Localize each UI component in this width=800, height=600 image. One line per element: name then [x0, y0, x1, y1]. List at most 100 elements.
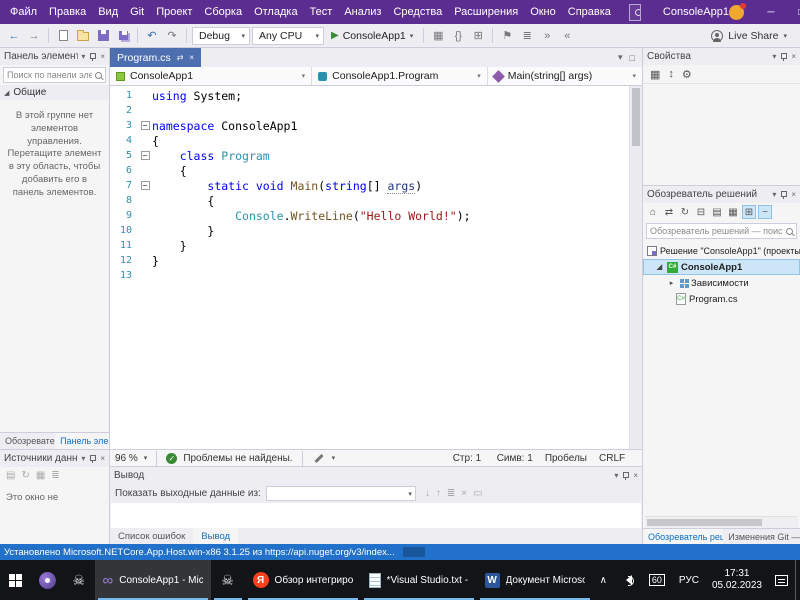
edit-mode-icon[interactable]: [313, 453, 324, 463]
zoom-dropdown[interactable]: 96 %: [115, 453, 138, 464]
menu-item[interactable]: Git: [124, 0, 150, 24]
close-icon[interactable]: ×: [791, 52, 796, 61]
properties-header[interactable]: Свойства ▾ ×: [643, 48, 800, 65]
save-icon[interactable]: [94, 27, 112, 45]
new-file-icon[interactable]: [54, 27, 72, 45]
list-icon[interactable]: ≣: [51, 470, 59, 481]
preview-selected-icon[interactable]: ⊞: [742, 205, 756, 219]
home-icon[interactable]: ⌂: [646, 205, 660, 219]
tab-output[interactable]: Вывод: [193, 528, 239, 544]
volume-button[interactable]: [614, 560, 642, 600]
data-sources-header[interactable]: Источники данных ▾ ×: [0, 450, 109, 467]
battery-button[interactable]: 60: [642, 560, 672, 600]
tree-row-solution[interactable]: Решение "ConsoleApp1" (проекты: 1 из 1): [643, 243, 800, 259]
hidden-icons-button[interactable]: ∧: [593, 560, 614, 600]
scrollbar-thumb[interactable]: [647, 519, 762, 526]
start-button[interactable]: [0, 560, 32, 600]
files-icon[interactable]: ▤: [6, 470, 15, 481]
find-icon[interactable]: ⊞: [469, 27, 487, 45]
menu-item[interactable]: Правка: [43, 0, 92, 24]
code-line[interactable]: 4{: [110, 133, 642, 148]
solution-horizontal-scrollbar[interactable]: [645, 516, 798, 528]
fold-collapse-icon[interactable]: −: [140, 151, 150, 160]
chevron-down-icon[interactable]: ▾: [772, 190, 776, 199]
user-avatar[interactable]: [728, 2, 746, 20]
outdent-icon[interactable]: «: [558, 27, 576, 45]
language-indicator[interactable]: РУС: [672, 560, 706, 600]
line-ending[interactable]: CRLF: [593, 453, 637, 464]
pin-icon[interactable]: [88, 454, 97, 464]
code-line[interactable]: 3− namespace ConsoleApp1: [110, 118, 642, 133]
indent-icon[interactable]: »: [538, 27, 556, 45]
toggle-output-icon[interactable]: ▭: [473, 488, 482, 499]
solution-search-input[interactable]: Обозреватель решений — поиск (Ctrl+ж): [646, 223, 797, 239]
taskbar-search-button[interactable]: [32, 560, 64, 600]
undo-icon[interactable]: ↶: [143, 27, 161, 45]
taskbar-app-word[interactable]: W Документ Microso...: [477, 560, 593, 600]
nav-member-dropdown[interactable]: Main(string[] args) ▾: [488, 67, 642, 85]
collapsed-icon[interactable]: ▸: [667, 279, 676, 287]
nav-project-dropdown[interactable]: ConsoleApp1 ▾: [110, 67, 313, 85]
taskbar-app-notepad[interactable]: *Visual Studio.txt -...: [361, 560, 477, 600]
fold-collapse-icon[interactable]: −: [140, 121, 150, 130]
code-line[interactable]: 10 }: [110, 223, 642, 238]
previous-message-icon[interactable]: ↑: [436, 488, 441, 499]
toolbox-search-input[interactable]: Поиск по панели элементов: [3, 67, 106, 83]
code-line[interactable]: 6 {: [110, 163, 642, 178]
alphabetical-icon[interactable]: ↕: [668, 68, 674, 80]
minimize-button[interactable]: ─: [756, 0, 786, 24]
close-icon[interactable]: ×: [100, 454, 105, 463]
menu-item[interactable]: Справка: [562, 0, 617, 24]
bookmark-icon[interactable]: ⚑: [498, 27, 516, 45]
menu-item[interactable]: Файл: [4, 0, 43, 24]
chevron-down-icon[interactable]: ▾: [772, 52, 776, 61]
code-line[interactable]: 12}: [110, 253, 642, 268]
chevron-down-icon[interactable]: ▾: [614, 471, 618, 480]
tab-toolbox[interactable]: Панель эле...: [55, 433, 109, 449]
output-header[interactable]: Вывод ▾ ×: [110, 467, 642, 484]
toolbox-group-general[interactable]: ◢ Общие: [0, 85, 109, 100]
grid-icon[interactable]: ▦: [36, 470, 45, 481]
nav-type-dropdown[interactable]: ConsoleApp1.Program ▾: [312, 67, 488, 85]
tree-row-program-cs[interactable]: C# Program.cs: [643, 291, 800, 307]
menu-item[interactable]: Средства: [387, 0, 448, 24]
code-line[interactable]: 1 using System;: [110, 88, 642, 103]
property-pages-icon[interactable]: ⚙: [682, 68, 692, 81]
spaces-mode[interactable]: Пробелы: [539, 453, 593, 464]
navigate-forward-icon[interactable]: →: [25, 27, 43, 45]
clear-all-icon[interactable]: ×: [461, 488, 467, 499]
close-icon[interactable]: ×: [791, 190, 796, 199]
output-content[interactable]: [111, 503, 641, 528]
chevron-down-icon[interactable]: ▾: [81, 454, 85, 463]
code-line[interactable]: 8 {: [110, 193, 642, 208]
configuration-dropdown[interactable]: Debug ▾: [192, 26, 250, 45]
close-icon[interactable]: ×: [100, 52, 105, 61]
window-list-icon[interactable]: □: [630, 53, 635, 63]
scrollbar-thumb[interactable]: [632, 88, 640, 146]
code-line[interactable]: 11 }: [110, 238, 642, 253]
refresh-icon[interactable]: ↻: [21, 470, 29, 481]
tab-error-list[interactable]: Список ошибок: [110, 528, 193, 544]
menu-item[interactable]: Тест: [304, 0, 339, 24]
open-file-icon[interactable]: [74, 27, 92, 45]
editor-vertical-scrollbar[interactable]: [629, 86, 642, 449]
tree-row-project[interactable]: ◢ C# ConsoleApp1: [643, 259, 800, 275]
fold-collapse-icon[interactable]: −: [140, 181, 150, 190]
tab-git-changes[interactable]: Изменения Git — п...: [723, 529, 800, 544]
action-center-button[interactable]: [768, 560, 795, 600]
show-all-files-icon[interactable]: ▤: [710, 205, 724, 219]
quick-actions-icon[interactable]: {}: [449, 27, 467, 45]
tab-pin-icon[interactable]: ⇄: [177, 53, 184, 62]
toolbox-header[interactable]: Панель элементов ▾ ×: [0, 48, 109, 65]
health-check-icon[interactable]: ✓: [166, 452, 178, 464]
word-wrap-icon[interactable]: ≣: [447, 488, 455, 499]
code-line[interactable]: 13: [110, 268, 642, 283]
show-desktop-button[interactable]: [795, 560, 800, 600]
taskbar-app-visual-studio[interactable]: ∞ ConsoleApp1 - Mic...: [94, 560, 211, 600]
taskbar-app-utility-2[interactable]: ☠: [211, 560, 245, 600]
menu-item[interactable]: Сборка: [198, 0, 248, 24]
chevron-down-icon[interactable]: ▾: [81, 52, 85, 61]
properties-icon[interactable]: ▦: [726, 205, 740, 219]
document-tab-program-cs[interactable]: Program.cs ⇄ ×: [110, 48, 202, 67]
categorized-icon[interactable]: ▦: [650, 68, 660, 81]
